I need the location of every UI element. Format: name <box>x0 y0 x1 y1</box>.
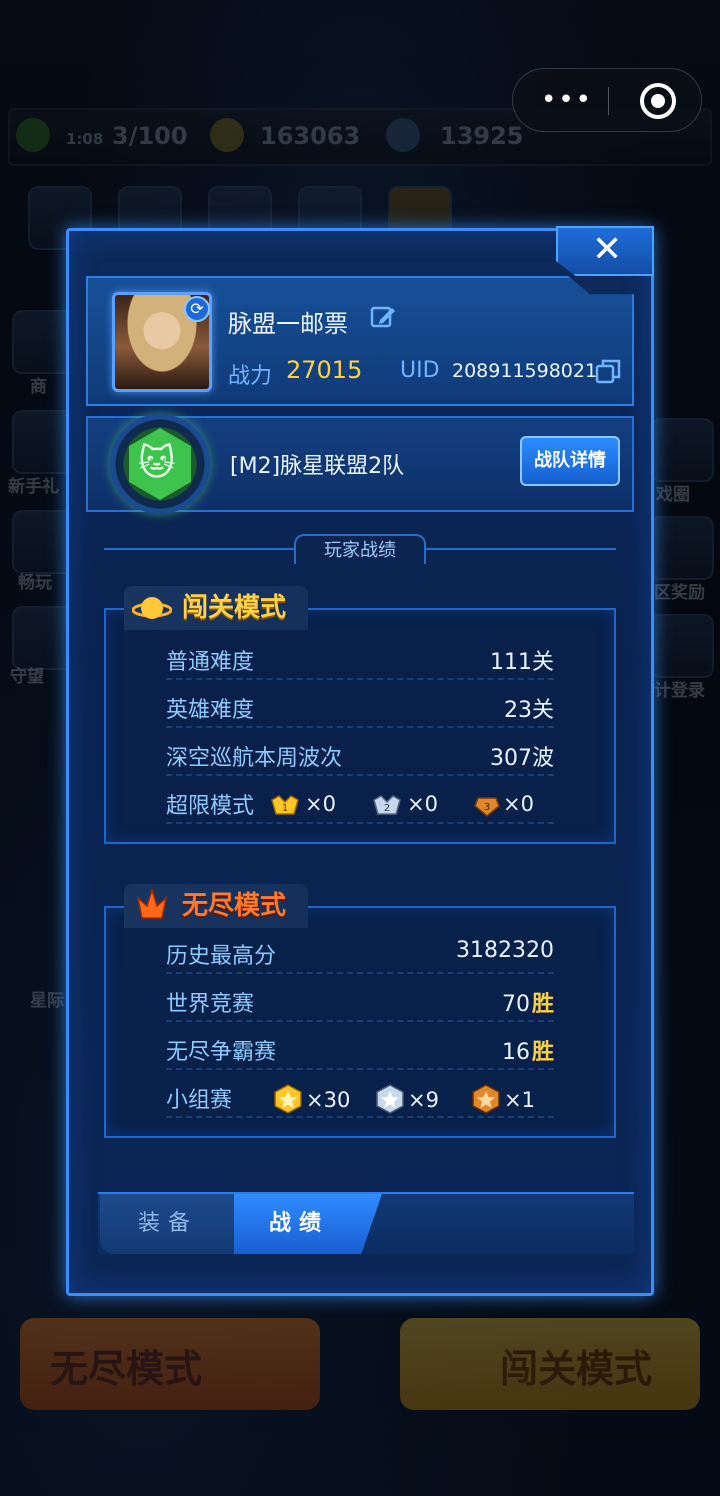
silver-medal-2-icon: 2 <box>373 795 401 815</box>
more-options-button[interactable]: ••• <box>541 87 593 113</box>
gold-star-badge-icon <box>274 1084 302 1114</box>
edit-name-icon[interactable] <box>370 304 396 330</box>
tab-records[interactable]: 战绩 <box>234 1194 382 1254</box>
power-value: 27015 <box>286 356 363 384</box>
power-label: 战力 <box>228 364 273 389</box>
stats-row: 无尽争霸赛 16胜 <box>166 1030 554 1070</box>
limit-medal-count: ×0 <box>407 792 438 816</box>
stat-label: 英雄难度 <box>166 698 255 723</box>
silver-star-badge-icon <box>376 1084 404 1114</box>
stats-row: 历史最高分 3182320 <box>166 934 554 974</box>
stat-value: 70胜 <box>502 986 554 1018</box>
limit-medal-count: ×0 <box>503 792 534 816</box>
section-title: 玩家战绩 <box>294 534 426 564</box>
stat-value: 16胜 <box>502 1034 554 1066</box>
win-suffix: 胜 <box>531 1040 554 1065</box>
limit-mode-label: 超限模式 <box>166 794 255 819</box>
stat-label: 世界竞赛 <box>166 992 255 1017</box>
endless-mode-tag: 无尽模式 <box>124 884 308 928</box>
tab-equipment[interactable]: 装备 <box>100 1194 236 1254</box>
switch-avatar-icon[interactable]: ⟳ <box>184 296 210 322</box>
svg-text:3: 3 <box>484 802 490 813</box>
stat-value: 23关 <box>504 698 554 723</box>
group-medal-count: ×1 <box>504 1088 535 1112</box>
bronze-star-badge-icon <box>472 1084 500 1114</box>
stats-row: 深空巡航本周波次 307波 <box>166 736 554 776</box>
capsule-divider <box>608 87 609 115</box>
stats-row: 世界竞赛 70胜 <box>166 982 554 1022</box>
team-detail-button[interactable]: 战队详情 <box>520 436 620 486</box>
stat-label: 深空巡航本周波次 <box>166 746 343 771</box>
stat-value: 307波 <box>490 746 554 771</box>
stage-mode-title: 闯关模式 <box>182 593 287 623</box>
uid-value: 208911598021 <box>452 360 598 382</box>
team-name: [M2]脉星联盟2队 <box>230 454 405 479</box>
win-count: 70 <box>501 992 530 1017</box>
copy-uid-icon[interactable] <box>595 358 621 384</box>
rocket-flame-icon <box>136 888 168 919</box>
stat-label: 无尽争霸赛 <box>166 1040 277 1065</box>
close-miniprogram-button[interactable] <box>640 83 676 119</box>
svg-text:2: 2 <box>384 803 390 814</box>
stats-row: 英雄难度 23关 <box>166 688 554 728</box>
miniprogram-capsule: ••• <box>512 68 702 132</box>
endless-mode-title: 无尽模式 <box>182 891 287 921</box>
group-medal-count: ×9 <box>408 1088 439 1112</box>
bronze-medal-3-icon: 3 <box>474 797 500 817</box>
svg-text:1: 1 <box>282 803 288 814</box>
gold-medal-1-icon: 1 <box>271 795 299 815</box>
uid-label: UID <box>400 358 440 383</box>
group-medal-count: ×30 <box>306 1088 351 1112</box>
stat-label: 历史最高分 <box>166 944 277 969</box>
stat-value: 3182320 <box>456 938 554 963</box>
stat-label: 普通难度 <box>166 650 255 675</box>
player-name: 脉盟一邮票 <box>228 310 348 338</box>
close-icon[interactable]: ✕ <box>592 230 622 270</box>
win-suffix: 胜 <box>531 992 554 1017</box>
planet-icon <box>132 597 172 619</box>
stat-value: 111关 <box>490 650 554 675</box>
cat-emblem-icon: 🐱 <box>138 443 176 484</box>
stats-row: 普通难度 111关 <box>166 640 554 680</box>
stage-mode-tag: 闯关模式 <box>124 586 308 630</box>
group-match-label: 小组赛 <box>166 1088 233 1113</box>
win-count: 16 <box>501 1040 530 1065</box>
limit-medal-count: ×0 <box>305 792 336 816</box>
